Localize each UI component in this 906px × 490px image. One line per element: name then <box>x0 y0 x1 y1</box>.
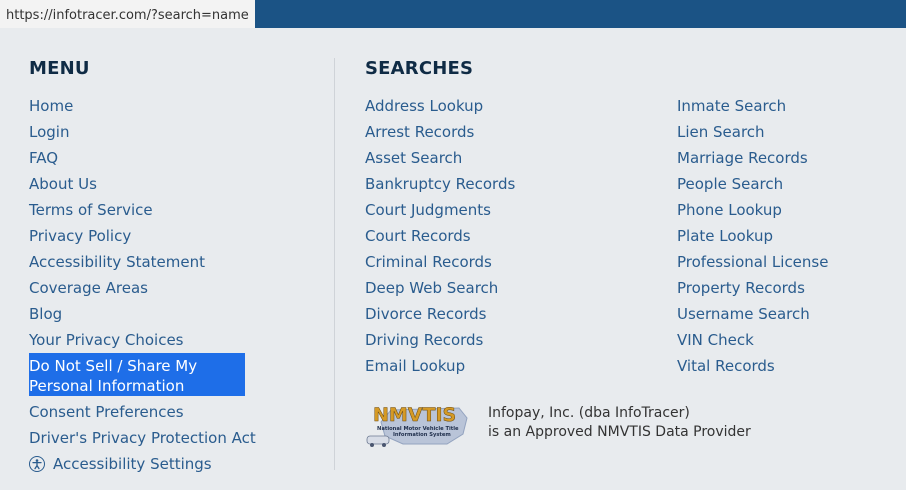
search-link-plate-lookup[interactable]: Plate Lookup <box>677 223 773 249</box>
search-link-people-search[interactable]: People Search <box>677 171 783 197</box>
search-link-marriage-records[interactable]: Marriage Records <box>677 145 808 171</box>
search-link-asset-search[interactable]: Asset Search <box>365 145 462 171</box>
menu-link-accessibility-statement[interactable]: Accessibility Statement <box>29 249 205 275</box>
search-link-driving-records[interactable]: Driving Records <box>365 327 483 353</box>
menu-link-privacy-choices[interactable]: Your Privacy Choices <box>29 327 183 353</box>
search-link-vital-records[interactable]: Vital Records <box>677 353 775 379</box>
accessibility-settings-label: Accessibility Settings <box>53 455 212 473</box>
menu-link-privacy-policy[interactable]: Privacy Policy <box>29 223 131 249</box>
svg-text:Information System: Information System <box>393 432 451 438</box>
provider-line-2: is an Approved NMVTIS Data Provider <box>488 424 751 440</box>
provider-line-1: Infopay, Inc. (dba InfoTracer) <box>488 405 690 421</box>
menu-heading: MENU <box>29 58 90 79</box>
search-link-criminal-records[interactable]: Criminal Records <box>365 249 492 275</box>
menu-link-terms[interactable]: Terms of Service <box>29 197 153 223</box>
nmvtis-logo: NMVTIS National Motor Vehicle Title Info… <box>363 400 475 448</box>
nmvtis-logo-text: NMVTIS <box>373 404 456 426</box>
menu-link-faq[interactable]: FAQ <box>29 145 58 171</box>
search-link-vin-check[interactable]: VIN Check <box>677 327 754 353</box>
accessibility-icon <box>29 456 45 472</box>
searches-column-2: Inmate Search Lien Search Marriage Recor… <box>677 93 897 379</box>
searches-column-1: Address Lookup Arrest Records Asset Sear… <box>365 93 665 379</box>
menu-link-dppa[interactable]: Driver's Privacy Protection Act <box>29 425 256 451</box>
search-link-arrest-records[interactable]: Arrest Records <box>365 119 474 145</box>
search-link-property-records[interactable]: Property Records <box>677 275 805 301</box>
search-link-professional-license[interactable]: Professional License <box>677 249 828 275</box>
menu-list: Home Login FAQ About Us Terms of Service… <box>29 93 329 477</box>
accessibility-settings-button[interactable]: Accessibility Settings <box>29 451 329 477</box>
search-link-address-lookup[interactable]: Address Lookup <box>365 93 483 119</box>
search-link-lien-search[interactable]: Lien Search <box>677 119 765 145</box>
menu-link-about-us[interactable]: About Us <box>29 171 97 197</box>
search-link-email-lookup[interactable]: Email Lookup <box>365 353 465 379</box>
search-link-court-records[interactable]: Court Records <box>365 223 471 249</box>
search-link-username-search[interactable]: Username Search <box>677 301 810 327</box>
search-link-bankruptcy-records[interactable]: Bankruptcy Records <box>365 171 515 197</box>
url-bar[interactable]: https://infotracer.com/?search=name <box>0 0 255 28</box>
nmvtis-provider-text: Infopay, Inc. (dba InfoTracer) is an App… <box>488 404 751 442</box>
menu-link-coverage-areas[interactable]: Coverage Areas <box>29 275 148 301</box>
search-link-inmate-search[interactable]: Inmate Search <box>677 93 786 119</box>
search-link-deep-web-search[interactable]: Deep Web Search <box>365 275 498 301</box>
menu-link-consent-preferences[interactable]: Consent Preferences <box>29 399 184 425</box>
menu-link-blog[interactable]: Blog <box>29 301 62 327</box>
menu-link-do-not-sell[interactable]: Do Not Sell / Share My Personal Informat… <box>29 353 245 396</box>
menu-link-home[interactable]: Home <box>29 93 73 119</box>
searches-heading: SEARCHES <box>365 58 474 79</box>
column-divider <box>334 58 335 470</box>
menu-link-login[interactable]: Login <box>29 119 69 145</box>
search-link-court-judgments[interactable]: Court Judgments <box>365 197 491 223</box>
search-link-phone-lookup[interactable]: Phone Lookup <box>677 197 782 223</box>
search-link-divorce-records[interactable]: Divorce Records <box>365 301 487 327</box>
